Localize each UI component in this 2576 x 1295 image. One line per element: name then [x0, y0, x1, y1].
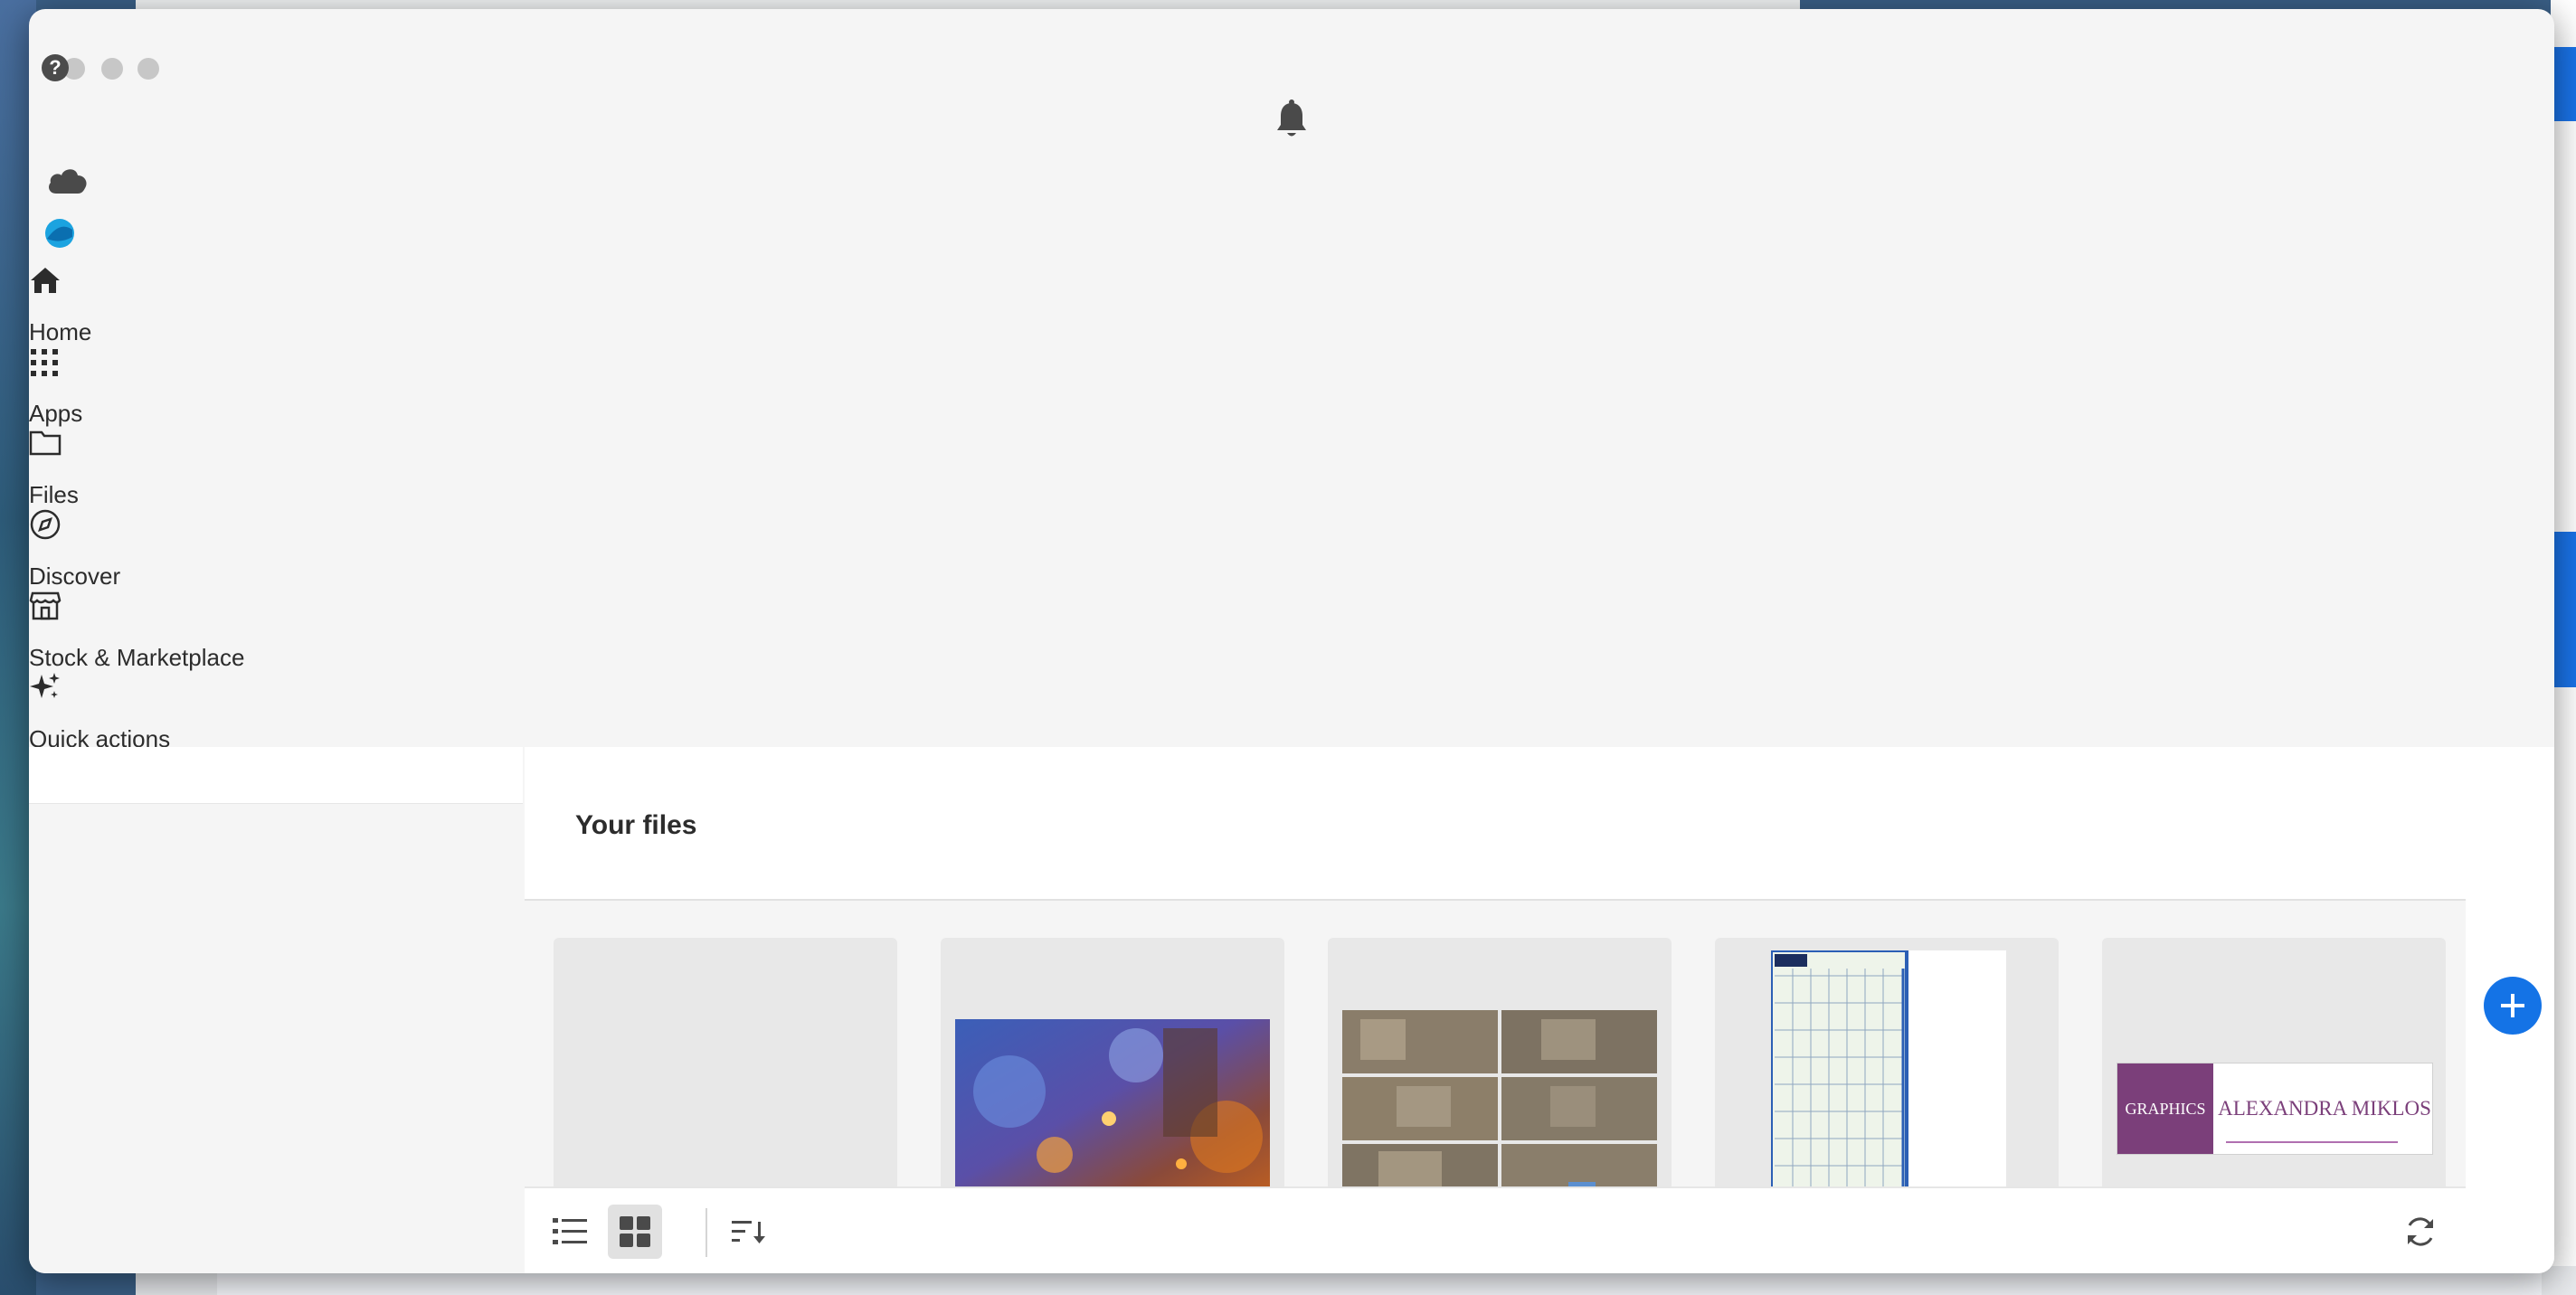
file-card-1[interactable]	[554, 938, 897, 1200]
window-zoom-button[interactable]	[137, 58, 159, 80]
compass-icon	[30, 509, 61, 540]
business-card-left-text: GRAPHICS	[2117, 1063, 2213, 1154]
file-thumbnail-fantasy	[955, 1019, 1270, 1200]
content-header: Your files	[525, 747, 2466, 901]
sidebar-panel	[29, 747, 523, 1273]
file-card-3[interactable]	[1328, 938, 1672, 1200]
sort-button[interactable]	[722, 1205, 776, 1259]
notification-bell-icon[interactable]	[1274, 99, 1310, 141]
file-card-4[interactable]	[1715, 938, 2059, 1200]
create-new-button[interactable]	[2484, 977, 2542, 1035]
folder-icon	[29, 430, 62, 456]
file-thumbnail-interiors	[1342, 1010, 1657, 1200]
sparkle-icon	[30, 673, 60, 698]
nav-item-home[interactable]: Home	[29, 264, 300, 345]
background-blue-panel	[2552, 532, 2576, 687]
business-card-underline	[2226, 1141, 2398, 1143]
nav-item-files[interactable]: Files	[29, 427, 300, 508]
apps-grid-icon	[31, 349, 58, 376]
nav-item-stock[interactable]: Stock & Marketplace	[29, 590, 300, 671]
background-blue-element	[2552, 47, 2576, 121]
grid-view-button[interactable]	[608, 1205, 662, 1259]
nav-item-apps[interactable]: Apps	[29, 345, 300, 427]
toolbar-divider	[706, 1208, 707, 1257]
nav-label-files: Files	[29, 481, 79, 508]
view-toolbar	[525, 1186, 2466, 1273]
list-view-button[interactable]	[543, 1205, 597, 1259]
page-title: Your files	[575, 810, 697, 840]
plus-icon	[2501, 994, 2524, 1017]
window-minimize-button[interactable]	[101, 58, 123, 80]
sort-icon	[732, 1221, 765, 1243]
nav-label-apps: Apps	[29, 400, 83, 427]
home-icon	[31, 268, 60, 293]
file-thumbnail-calendar	[1771, 950, 2006, 1200]
sidebar-header	[29, 747, 523, 804]
file-card-5[interactable]: GRAPHICS ALEXANDRA MIKLOS	[2102, 938, 2446, 1200]
nav-label-stock: Stock & Marketplace	[29, 644, 245, 671]
list-view-icon	[553, 1218, 587, 1244]
nav-label-discover: Discover	[29, 562, 121, 590]
grid-view-icon	[620, 1216, 650, 1247]
file-thumbnail-business-card: GRAPHICS ALEXANDRA MIKLOS	[2117, 1063, 2433, 1155]
app-window: ? Home Apps Files Discover Stock & Marke…	[29, 9, 2554, 1273]
nav-item-quick-actions[interactable]: Quick actions	[29, 671, 300, 752]
nav-item-discover[interactable]: Discover	[29, 508, 300, 590]
business-card-right-text: ALEXANDRA MIKLOS	[2218, 1097, 2431, 1120]
refresh-button[interactable]	[2393, 1205, 2448, 1259]
file-card-2[interactable]	[941, 938, 1284, 1200]
avatar-icon[interactable]	[43, 217, 76, 250]
refresh-icon	[2408, 1217, 2433, 1246]
storefront-icon	[29, 591, 62, 620]
help-icon[interactable]: ?	[42, 54, 69, 81]
nav-label-home: Home	[29, 318, 92, 345]
creative-cloud-icon[interactable]	[45, 165, 89, 197]
